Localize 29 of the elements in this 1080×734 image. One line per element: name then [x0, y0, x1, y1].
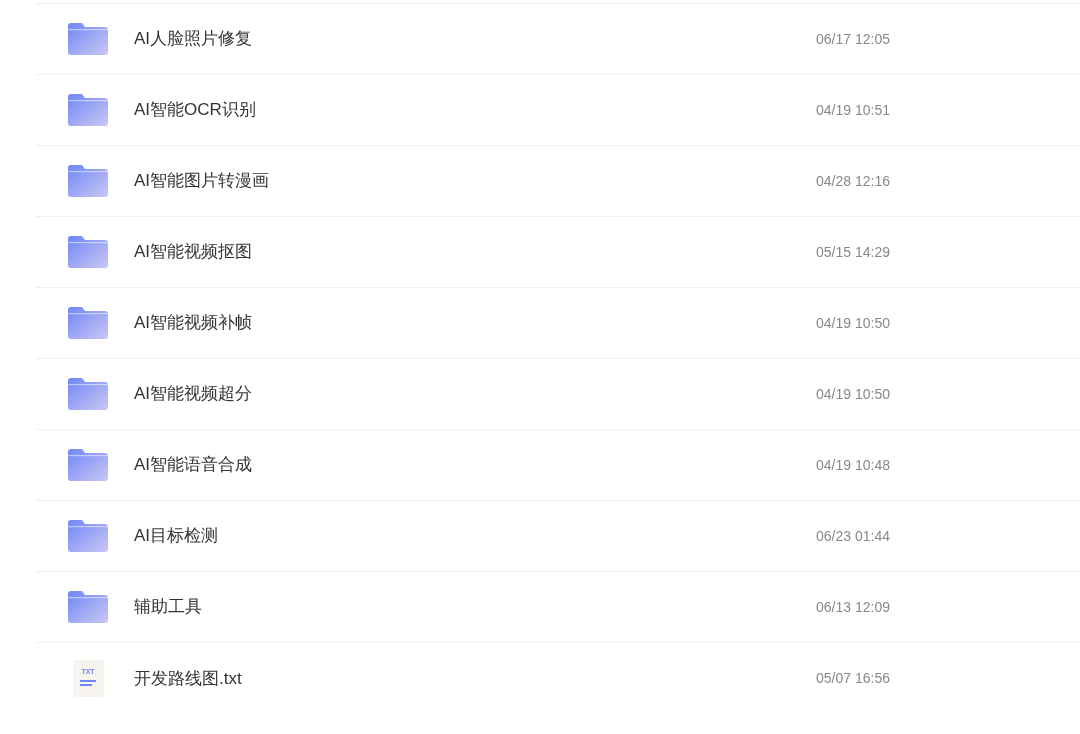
- file-name[interactable]: AI智能视频超分: [134, 381, 774, 407]
- file-name[interactable]: AI智能图片转漫画: [134, 168, 774, 194]
- file-name[interactable]: AI目标检测: [134, 523, 774, 549]
- modified-date: 06/17 12:05: [816, 29, 890, 49]
- file-name[interactable]: AI智能OCR识别: [134, 97, 774, 123]
- file-name[interactable]: AI人脸照片修复: [134, 26, 774, 52]
- file-name[interactable]: AI智能视频补帧: [134, 310, 774, 336]
- modified-date: 06/23 01:44: [816, 526, 890, 546]
- folder-icon: [68, 236, 108, 268]
- modified-date: 04/19 10:48: [816, 455, 890, 475]
- file-name[interactable]: AI智能语音合成: [134, 452, 774, 478]
- modified-date: 04/19 10:50: [816, 384, 890, 404]
- modified-date: 06/13 12:09: [816, 597, 890, 617]
- folder-icon: [68, 449, 108, 481]
- folder-icon: [68, 520, 108, 552]
- folder-icon: [68, 23, 108, 55]
- modified-date: 04/19 10:51: [816, 100, 890, 120]
- file-name[interactable]: 辅助工具: [134, 594, 774, 620]
- folder-icon: [68, 307, 108, 339]
- modified-date: 04/28 12:16: [816, 171, 890, 191]
- folder-icon: [68, 378, 108, 410]
- folder-icon: [68, 165, 108, 197]
- modified-date: 04/19 10:50: [816, 313, 890, 333]
- modified-date: 05/07 16:56: [816, 669, 890, 688]
- file-name[interactable]: AI智能视频抠图: [134, 239, 774, 265]
- folder-icon: [68, 591, 108, 623]
- modified-date: 05/15 14:29: [816, 242, 890, 262]
- folder-icon: [68, 94, 108, 126]
- file-name[interactable]: 开发路线图.txt: [134, 665, 774, 692]
